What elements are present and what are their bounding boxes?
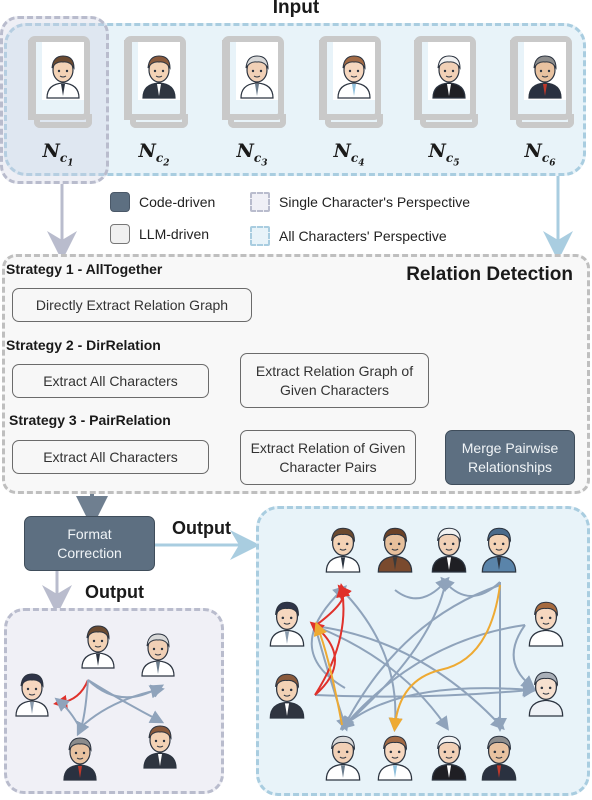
- left-edge-4: [54, 697, 81, 729]
- right-edge-b: [394, 576, 450, 600]
- left-output-character-young-doctor: [12, 668, 52, 717]
- right-output-character-young-man-jacket: [374, 522, 414, 573]
- right-output-character-elderly-doctor: [322, 730, 362, 781]
- right-output-character-elderly-woman: [525, 666, 565, 717]
- right-output-character-female-businesswoman: [266, 668, 306, 719]
- right-output-character-male-doctor: [322, 522, 362, 573]
- right-edge-red-1: [314, 584, 352, 627]
- left-output-character-female-businesswoman: [140, 720, 180, 769]
- left-output-character-elderly-businessman: [60, 732, 100, 781]
- right-output-character-boy: [525, 596, 565, 647]
- right-output-character-elderly-priest: [428, 522, 468, 573]
- right-output-character-young-doctor: [266, 596, 306, 647]
- right-output-character-police-officer: [478, 522, 518, 573]
- right-output-character-elderly-businessman: [478, 730, 518, 781]
- left-edge-3: [87, 679, 165, 699]
- left-output-character-male-doctor: [78, 620, 118, 669]
- right-edge-n: [344, 682, 537, 726]
- left-output-character-elderly-doctor: [138, 628, 178, 677]
- right-output-character-elderly-priest-2: [428, 730, 468, 781]
- right-edge-j: [341, 589, 403, 732]
- right-output-character-female-doctor: [374, 730, 414, 781]
- left-edge-red: [53, 679, 89, 709]
